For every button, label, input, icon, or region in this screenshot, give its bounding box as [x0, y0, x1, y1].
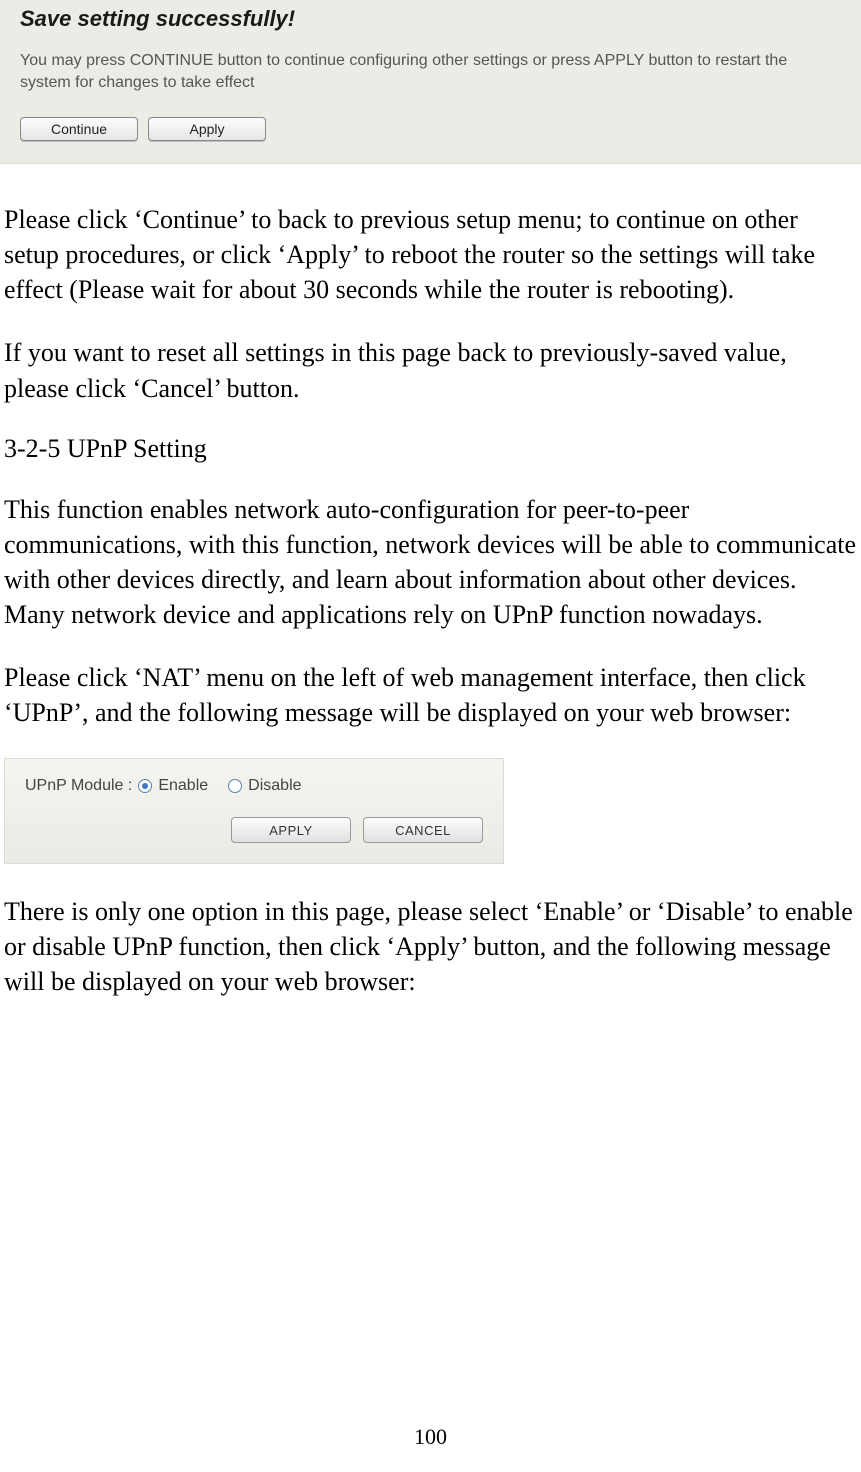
paragraph-upnp-desc: This function enables network auto-confi… — [4, 492, 857, 632]
continue-button[interactable]: Continue — [20, 117, 138, 141]
upnp-cancel-button[interactable]: CANCEL — [363, 817, 483, 843]
save-setting-panel: Save setting successfully! You may press… — [0, 0, 861, 164]
save-setting-button-row: Continue Apply — [20, 117, 841, 141]
radio-enable[interactable] — [138, 779, 152, 793]
upnp-apply-button[interactable]: APPLY — [231, 817, 351, 843]
page-number: 100 — [0, 1424, 861, 1450]
upnp-button-row: APPLY CANCEL — [25, 817, 483, 843]
save-setting-description: You may press CONTINUE button to continu… — [20, 50, 841, 93]
upnp-module-label: UPnP Module : — [25, 777, 132, 795]
radio-enable-label: Enable — [158, 777, 208, 795]
save-setting-title: Save setting successfully! — [20, 6, 841, 32]
paragraph-cancel: If you want to reset all settings in thi… — [4, 335, 857, 405]
section-heading-upnp: 3-2-5 UPnP Setting — [4, 434, 857, 464]
paragraph-upnp-nav: Please click ‘NAT’ menu on the left of w… — [4, 660, 857, 730]
document-body: Please click ‘Continue’ to back to previ… — [0, 164, 861, 999]
paragraph-upnp-option: There is only one option in this page, p… — [4, 894, 857, 999]
save-setting-panel-inner: Save setting successfully! You may press… — [0, 0, 861, 151]
apply-button[interactable]: Apply — [148, 117, 266, 141]
radio-dot-icon — [142, 783, 148, 789]
upnp-radio-row: UPnP Module : Enable Disable — [25, 777, 483, 795]
upnp-module-panel: UPnP Module : Enable Disable APPLY CANCE… — [4, 758, 504, 864]
radio-disable-label: Disable — [248, 777, 301, 795]
radio-disable[interactable] — [228, 779, 242, 793]
paragraph-continue-apply: Please click ‘Continue’ to back to previ… — [4, 202, 857, 307]
